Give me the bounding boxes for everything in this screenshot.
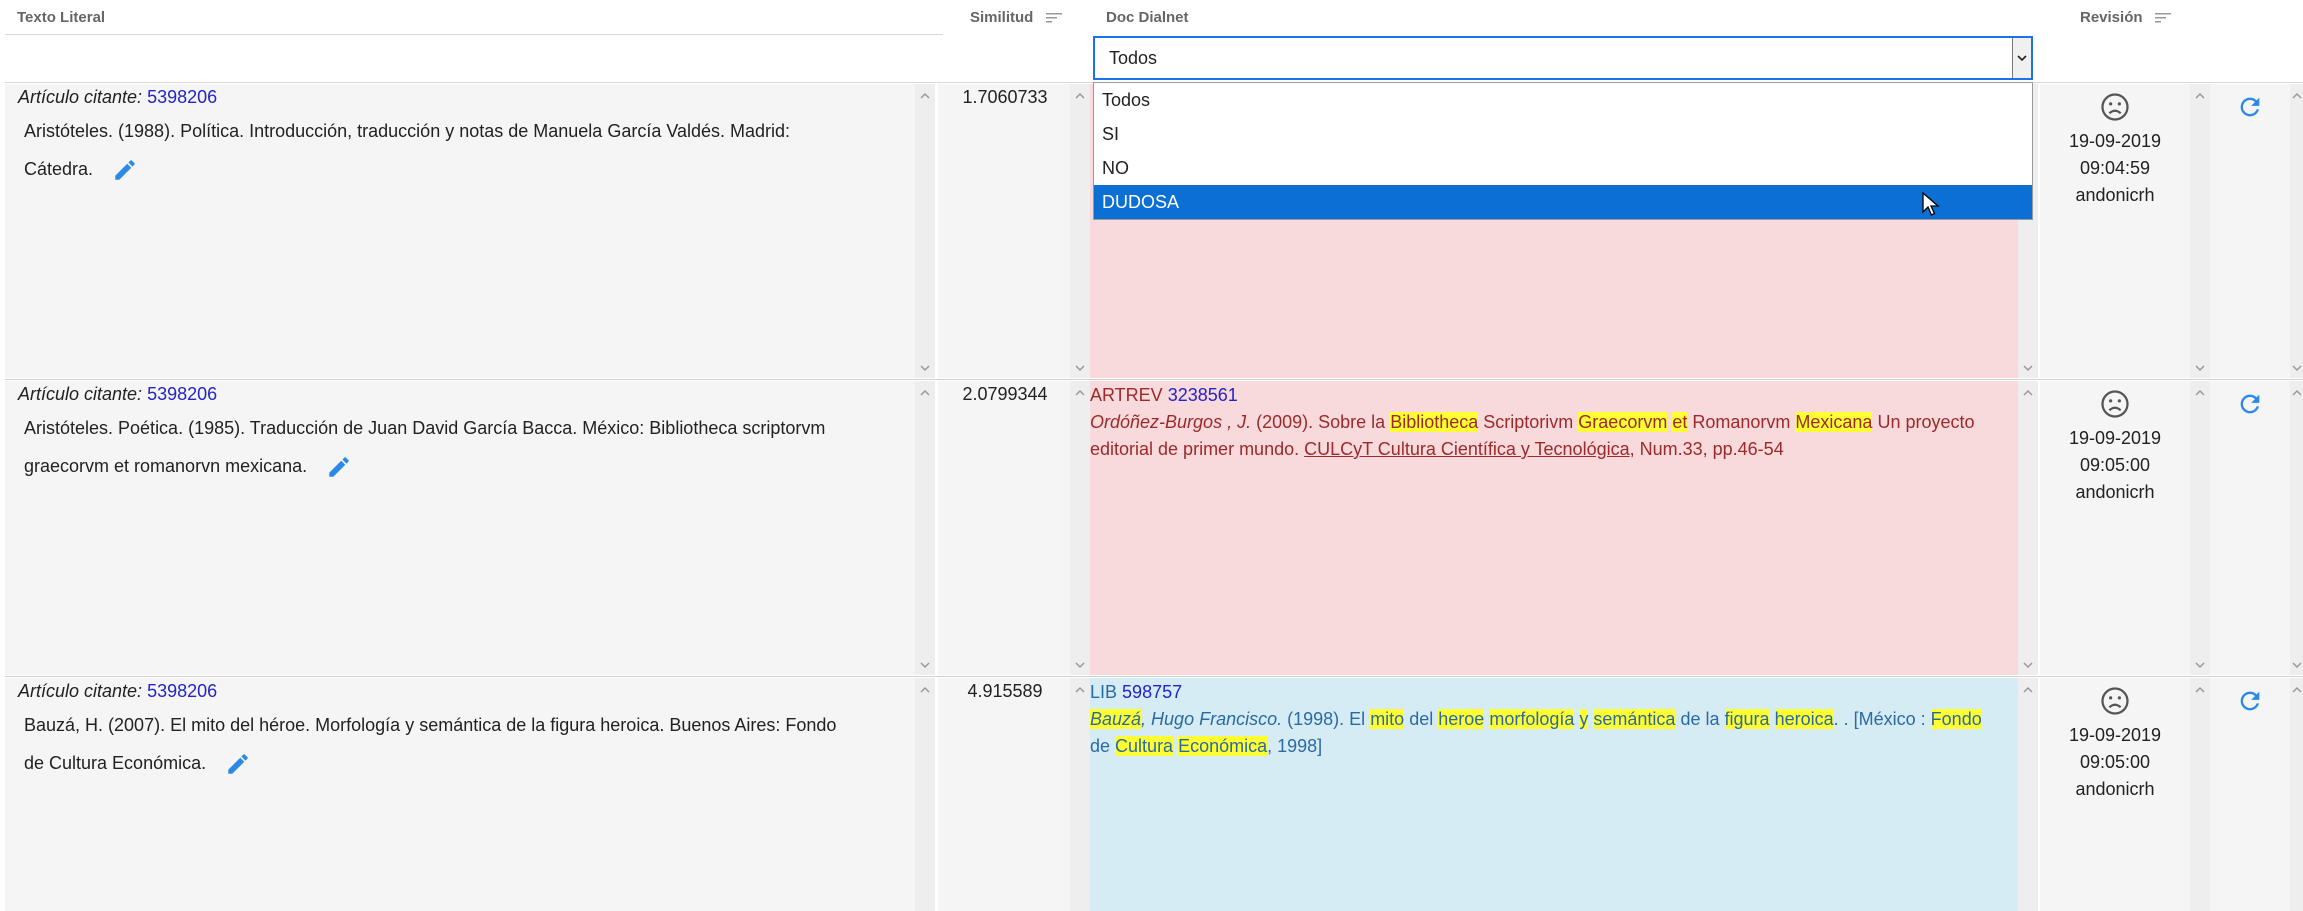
sad-face-icon[interactable]	[2100, 389, 2130, 419]
row-3-doc: LIB 598757 Bauzá, Hugo Francisco. (1998)…	[1090, 679, 2015, 760]
row-1-revision: 19-09-2019 09:04:59 andonicrh	[2040, 92, 2190, 209]
doc-pages: , Num.33, pp.46-54	[1629, 439, 1784, 459]
row-2-similitud: 2.0799344	[962, 384, 1048, 404]
filter-dropdown-list: Todos SI NO DUDOSA	[1093, 82, 2033, 220]
doc-year: (1998). El	[1287, 709, 1366, 729]
row-2-literal-line2: graecorvm et romanorvn mexicana.	[24, 447, 352, 485]
row-2-doc: ARTREV 3238561 Ordóñez-Burgos , J. (2009…	[1090, 382, 2015, 463]
doc-word: Scriptorivm	[1483, 412, 1574, 432]
refresh-icon[interactable]	[2236, 687, 2264, 715]
citing-label: Artículo citante:	[18, 384, 143, 404]
doc-highlight: semántica	[1593, 709, 1676, 729]
doc-highlight: heroe	[1438, 709, 1485, 729]
row-3-revision: 19-09-2019 09:05:00 andonicrh	[2040, 686, 2190, 803]
doc-highlight: Cultura	[1115, 736, 1174, 756]
doc-highlight: Graecorvm	[1578, 412, 1668, 432]
row-1-literal-line2-text: Cátedra.	[24, 159, 94, 179]
filter-option-todos[interactable]: Todos	[1094, 83, 2032, 117]
doc-authors: , Hugo Francisco.	[1141, 709, 1283, 729]
doc-highlight: Fondo	[1930, 709, 1982, 729]
row-3-literal-line2: de Cultura Económica.	[24, 744, 251, 782]
filter-option-dudosa[interactable]: DUDOSA	[1094, 185, 2032, 219]
refresh-icon[interactable]	[2236, 93, 2264, 121]
sad-face-icon[interactable]	[2100, 686, 2130, 716]
row-1-literal-line1: Aristóteles. (1988). Política. Introducc…	[24, 121, 791, 141]
doc-highlight: figura	[1724, 709, 1770, 729]
doc-type-line: LIB 598757	[1090, 679, 2015, 706]
row-3-literal-line2-text: de Cultura Económica.	[24, 753, 207, 773]
select-arrow[interactable]	[2012, 38, 2031, 78]
row-3-literal-line1: Bauzá, H. (2007). El mito del héroe. Mor…	[24, 715, 837, 735]
doc-type: LIB	[1090, 682, 1118, 702]
row-2-literal-line1: Aristóteles. Poética. (1985). Traducción…	[24, 418, 826, 438]
doc-word: , 1998]	[1267, 736, 1323, 756]
row-2-literal-line2-text: graecorvm et romanorvn mexicana.	[24, 456, 308, 476]
row-divider-1	[5, 379, 2303, 380]
citing-article-link[interactable]: 5398206	[147, 384, 217, 404]
doc-year: (2009). Sobre la	[1256, 412, 1386, 432]
doc-word: . . [México :	[1833, 709, 1926, 729]
row-3-citing: Artículo citante: 5398206	[18, 672, 217, 710]
row-3-similitud: 4.915589	[967, 681, 1043, 701]
doc-word: editorial de primer mundo.	[1090, 439, 1300, 459]
mouse-cursor-icon	[1922, 192, 1940, 216]
doc-highlight: Económica	[1178, 736, 1268, 756]
row-1-citing: Artículo citante: 5398206	[18, 78, 217, 116]
sad-face-icon[interactable]	[2100, 92, 2130, 122]
doc-highlight: heroica	[1774, 709, 1834, 729]
revision-date: 19-09-2019	[2068, 428, 2162, 448]
revision-user: andonicrh	[2075, 779, 2155, 799]
filter-option-si[interactable]: SI	[1094, 117, 2032, 151]
doc-id-link[interactable]: 598757	[1122, 682, 1182, 702]
doc-reference-line1: Ordóñez-Burgos , J. (2009). Sobre la Bib…	[1090, 409, 2015, 436]
doc-highlight: y	[1579, 709, 1589, 729]
revision-time: 09:05:00	[2079, 455, 2151, 475]
row-1-literal-line2: Cátedra.	[24, 150, 138, 188]
revision-user: andonicrh	[2075, 482, 2155, 502]
citing-label: Artículo citante:	[18, 87, 143, 107]
revision-date: 19-09-2019	[2068, 131, 2162, 151]
doc-word: del	[1409, 709, 1434, 729]
doc-reference-line2: de Cultura Económica, 1998]	[1090, 733, 2015, 760]
row-2-revision: 19-09-2019 09:05:00 andonicrh	[2040, 389, 2190, 506]
doc-authors: Ordóñez-Burgos , J.	[1090, 412, 1252, 432]
revision-user: andonicrh	[2075, 185, 2155, 205]
doc-highlight: mito	[1370, 709, 1405, 729]
doc-journal-link[interactable]: CULCyT Cultura Científica y Tecnológica	[1304, 439, 1629, 459]
citing-label: Artículo citante:	[18, 681, 143, 701]
row-2-citing: Artículo citante: 5398206	[18, 375, 217, 413]
filter-selected-value: Todos	[1109, 48, 1158, 68]
filter-option-no[interactable]: NO	[1094, 151, 2032, 185]
row-1-similitud: 1.7060733	[962, 87, 1048, 107]
row-divider-2	[5, 676, 2303, 677]
doc-dialnet-filter-select[interactable]: Todos	[1093, 36, 2033, 80]
doc-id-link[interactable]: 3238561	[1168, 385, 1238, 405]
citing-article-link[interactable]: 5398206	[147, 87, 217, 107]
doc-highlight: et	[1672, 412, 1688, 432]
pencil-icon[interactable]	[112, 157, 138, 183]
doc-word: Un proyecto	[1877, 412, 1975, 432]
pencil-icon[interactable]	[326, 454, 352, 480]
doc-type-line: ARTREV 3238561	[1090, 382, 2015, 409]
doc-highlight: Bauzá	[1090, 709, 1142, 729]
doc-word: Romanorvm	[1692, 412, 1791, 432]
revision-date: 19-09-2019	[2068, 725, 2162, 745]
doc-reference-line1: Bauzá, Hugo Francisco. (1998). El mito d…	[1090, 706, 2015, 733]
doc-type: ARTREV	[1090, 385, 1163, 405]
refresh-icon[interactable]	[2236, 390, 2264, 418]
doc-highlight: morfología	[1489, 709, 1575, 729]
revision-time: 09:04:59	[2079, 158, 2151, 178]
citing-article-link[interactable]: 5398206	[147, 681, 217, 701]
doc-reference-line2: editorial de primer mundo. CULCyT Cultur…	[1090, 436, 2015, 463]
doc-word: de	[1090, 736, 1111, 756]
doc-word: de la	[1680, 709, 1720, 729]
revision-time: 09:05:00	[2079, 752, 2151, 772]
doc-highlight: Mexicana	[1795, 412, 1873, 432]
doc-highlight: Bibliotheca	[1390, 412, 1479, 432]
chevron-down-icon	[2017, 55, 2027, 62]
pencil-icon[interactable]	[225, 751, 251, 777]
